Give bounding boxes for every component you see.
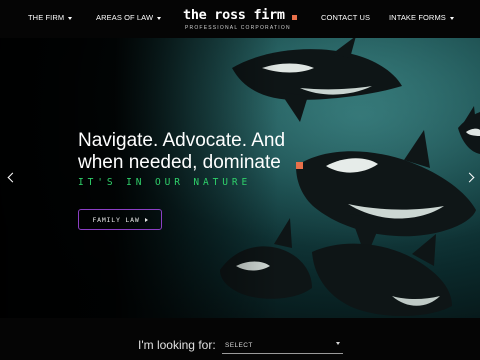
nav-item-contact-us[interactable]: CONTACT US	[321, 13, 370, 22]
hero-tagline: IT'S IN OUR NATURE	[78, 177, 252, 188]
service-finder: I'm looking for: SELECT	[0, 318, 480, 360]
play-arrow-icon	[144, 217, 148, 222]
caret-down-icon	[157, 16, 162, 20]
nav-item-label: CONTACT US	[321, 13, 371, 22]
firm-logo[interactable]: the ross firm PROFESSIONAL CORPORATION	[183, 7, 303, 33]
cta-label: FAMILY LAW	[92, 215, 140, 224]
nav-item-intake-forms[interactable]: INTAKE FORMS	[389, 13, 454, 22]
caret-down-icon	[449, 16, 454, 20]
caret-down-icon	[68, 16, 73, 20]
headline-accent-square	[296, 162, 303, 169]
logo-accent-square	[292, 15, 297, 20]
service-select[interactable]: SELECT	[222, 335, 343, 354]
logo-name: the ross firm	[183, 7, 285, 23]
finder-label: I'm looking for:	[138, 338, 216, 352]
nav-item-label: THE FIRM	[28, 13, 65, 22]
nav-item-label: AREAS OF LAW	[96, 13, 154, 22]
family-law-button[interactable]: FAMILY LAW	[78, 209, 162, 230]
hero-headline: Navigate. Advocate. And when needed, dom…	[78, 130, 286, 173]
slider-next-button[interactable]	[464, 170, 478, 186]
hero-slider: Navigate. Advocate. And when needed, dom…	[0, 38, 480, 318]
top-navigation: THE FIRM AREAS OF LAW the ross firm PROF…	[0, 0, 480, 38]
slider-prev-button[interactable]	[4, 170, 18, 186]
caret-down-icon	[336, 342, 340, 345]
logo-subtitle: PROFESSIONAL CORPORATION	[185, 25, 291, 31]
select-value: SELECT	[225, 342, 253, 349]
nav-item-the-firm[interactable]: THE FIRM	[28, 13, 73, 22]
nav-item-label: INTAKE FORMS	[389, 13, 446, 22]
nav-item-areas-of-law[interactable]: AREAS OF LAW	[96, 13, 162, 22]
